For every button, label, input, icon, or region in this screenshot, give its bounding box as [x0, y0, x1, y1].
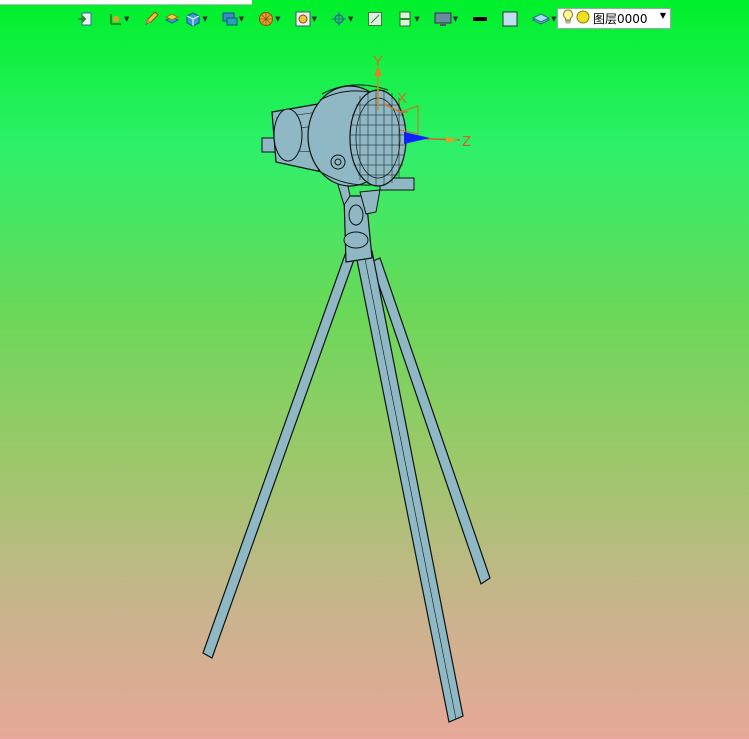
axis-y-label: Y [373, 53, 383, 70]
model-scene: Y X Z [202, 53, 491, 723]
tripod-legs [202, 250, 491, 723]
tripod-head [335, 175, 381, 263]
tripod-leg-left[interactable] [202, 251, 357, 659]
axis-z-label: Z [462, 133, 471, 150]
tripod-leg-front[interactable] [355, 250, 464, 723]
axis-x-label: X [397, 90, 407, 107]
